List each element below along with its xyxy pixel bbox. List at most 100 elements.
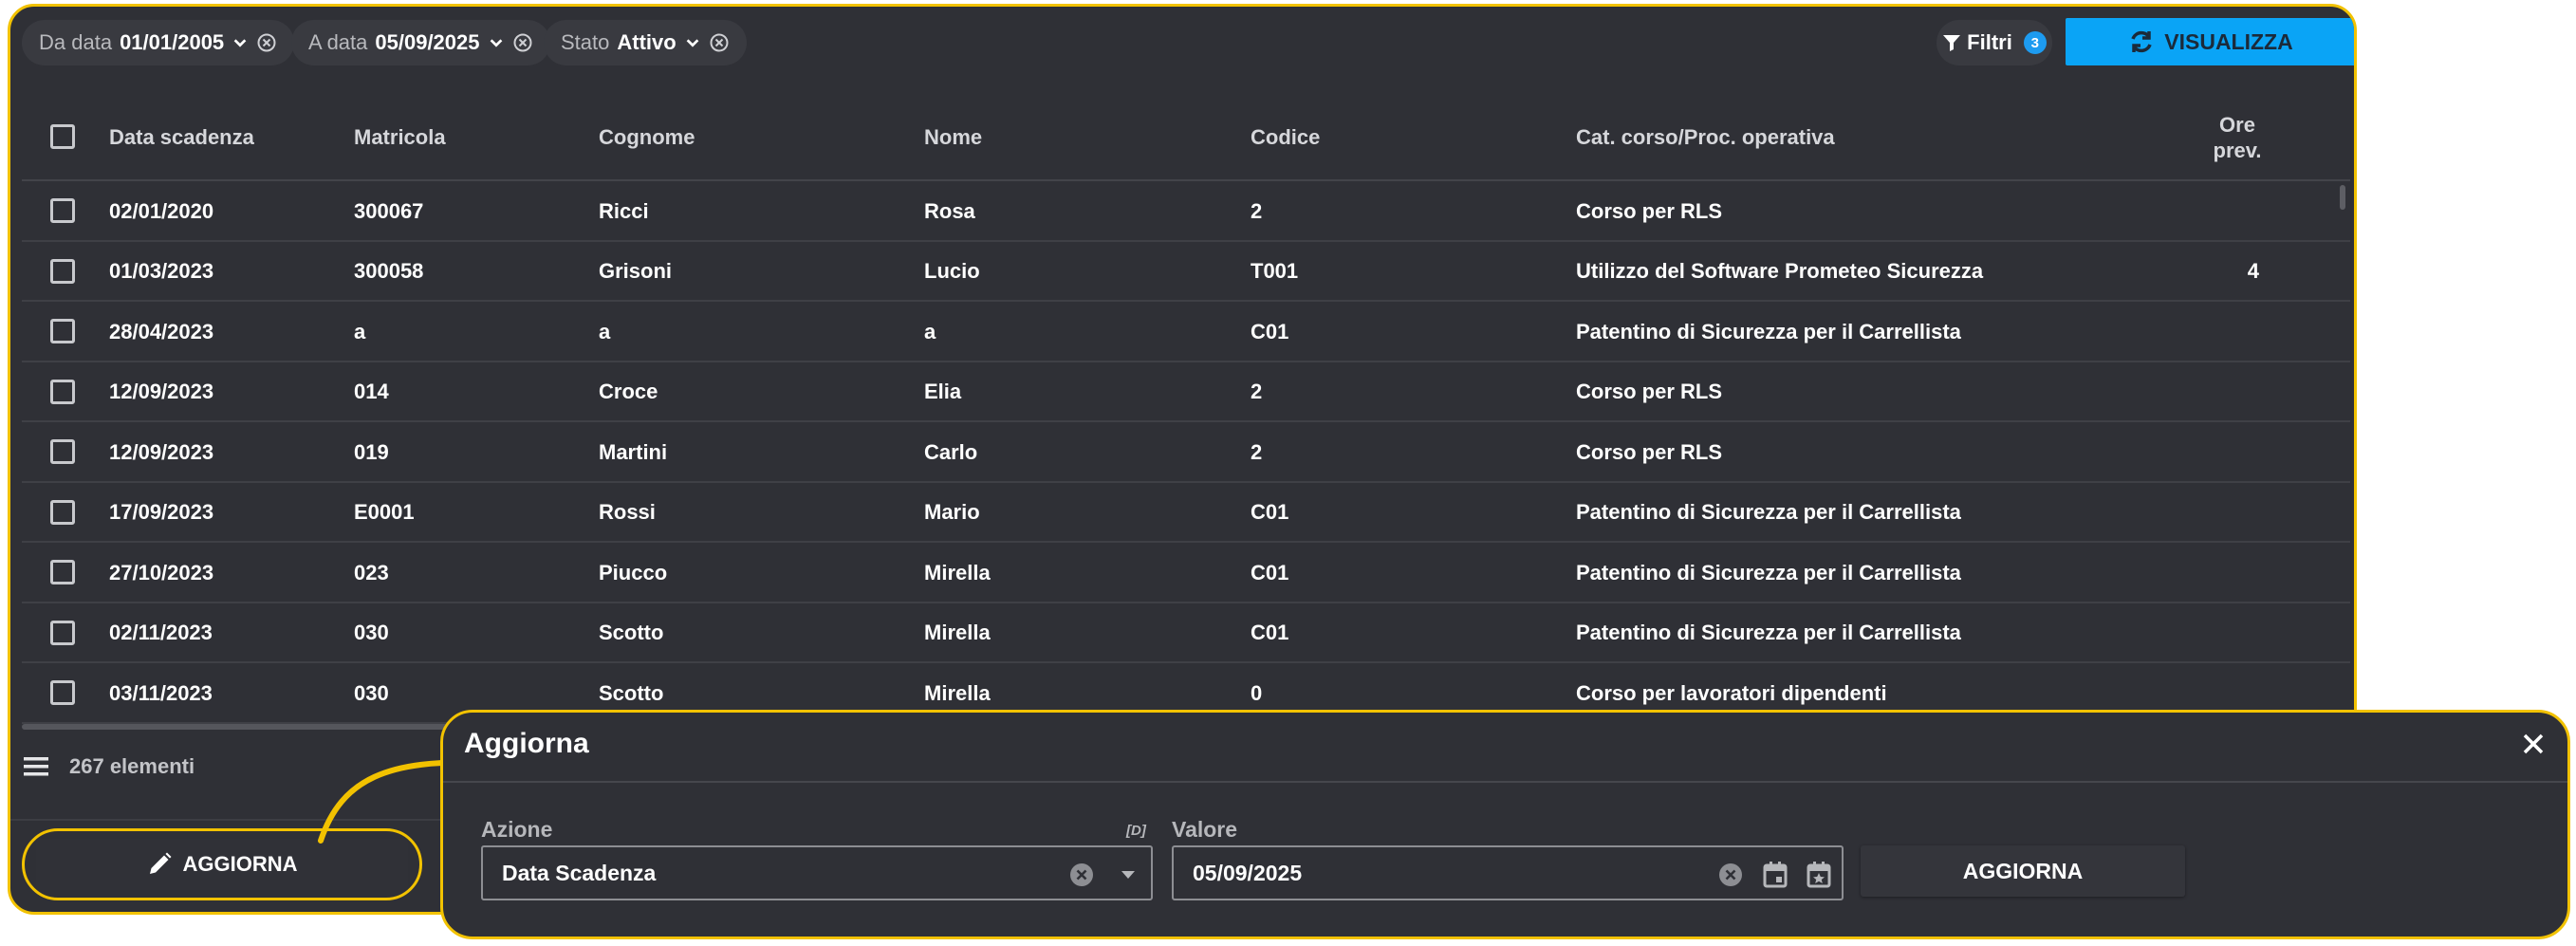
footer-count: 267 elementi: [24, 754, 195, 779]
cell-matricola: 030: [354, 680, 389, 705]
visualizza-button[interactable]: VISUALIZZA: [2066, 18, 2354, 65]
cell-codice: C01: [1251, 560, 1289, 584]
row-checkbox[interactable]: [50, 680, 75, 705]
cell-cognome: a: [599, 319, 611, 343]
cell-data-scadenza: 02/11/2023: [109, 621, 213, 645]
row-checkbox[interactable]: [50, 379, 75, 404]
filter-chip-value: Attivo: [617, 30, 676, 54]
chevron-down-icon[interactable]: [488, 34, 505, 51]
cell-codice: C01: [1251, 500, 1289, 525]
filters-label: Filtri: [1967, 30, 2012, 54]
calendar-today-icon[interactable]: [1806, 861, 1832, 889]
funnel-icon: [1943, 35, 1961, 51]
cell-cat-corso: Patentino di Sicurezza per il Carrellist…: [1576, 621, 1961, 645]
pencil-icon: [149, 852, 171, 874]
cell-cat-corso: Corso per RLS: [1576, 439, 1723, 464]
cell-cat-corso: Patentino di Sicurezza per il Carrellist…: [1576, 500, 1961, 525]
cell-nome: Mirella: [924, 560, 991, 584]
cell-data-scadenza: 12/09/2023: [109, 380, 214, 404]
row-checkbox[interactable]: [50, 319, 75, 343]
clear-circle-icon[interactable]: [1069, 863, 1094, 887]
cell-cognome: Croce: [599, 380, 658, 404]
cell-codice: 2: [1251, 198, 1263, 223]
column-header-codice[interactable]: Codice: [1251, 94, 1320, 181]
aggiorna-button[interactable]: AGGIORNA: [36, 839, 408, 890]
cell-matricola: 023: [354, 560, 389, 584]
dropdown-arrow-icon[interactable]: [1121, 869, 1136, 881]
cell-nome: Mario: [924, 500, 980, 525]
cell-codice: 2: [1251, 439, 1263, 464]
cell-codice: T001: [1251, 259, 1299, 284]
chevron-down-icon[interactable]: [232, 34, 249, 51]
cell-cat-corso: Corso per RLS: [1576, 198, 1723, 223]
cell-data-scadenza: 17/09/2023: [109, 500, 214, 525]
table-row[interactable]: 12/09/2023 019 Martini Carlo 2 Corso per RLS: [22, 422, 2350, 483]
cell-codice: C01: [1251, 319, 1289, 343]
visualizza-label: VISUALIZZA: [2164, 28, 2293, 54]
cell-nome: Mirella: [924, 621, 991, 645]
items-count: 267 elementi: [69, 754, 195, 778]
cell-codice: C01: [1251, 621, 1289, 645]
valore-value: 05/09/2025: [1193, 860, 1303, 885]
clear-circle-icon[interactable]: [1718, 863, 1743, 887]
row-checkbox[interactable]: [50, 439, 75, 464]
calendar-icon[interactable]: [1762, 861, 1788, 889]
table-row[interactable]: 02/01/2020 300067 Ricci Rosa 2 Corso per RLS: [22, 181, 2350, 242]
horizontal-scrollbar[interactable]: [22, 724, 468, 730]
cell-data-scadenza: 28/04/2023: [109, 319, 214, 343]
column-header-ore-prev[interactable]: Ore prev.: [2204, 94, 2270, 181]
column-header-nome[interactable]: Nome: [924, 94, 982, 181]
cell-nome: a: [924, 319, 936, 343]
cell-data-scadenza: 12/09/2023: [109, 439, 214, 464]
row-checkbox[interactable]: [50, 499, 75, 525]
cell-ore-prev: [2221, 181, 2259, 242]
table-row[interactable]: 17/09/2023 E0001 Rossi Mario C01 Patentino di…: [22, 483, 2350, 543]
dialog-aggiorna-button[interactable]: AGGIORNA: [1861, 845, 2185, 897]
cell-ore-prev: [2221, 603, 2259, 664]
cell-cognome: Rossi: [599, 500, 656, 525]
cell-matricola: 300067: [354, 198, 424, 223]
row-checkbox[interactable]: [50, 560, 75, 584]
cell-cognome: Ricci: [599, 198, 649, 223]
cell-cognome: Martini: [599, 439, 668, 464]
column-header-matricola[interactable]: Matricola: [354, 94, 446, 181]
aggiorna-label: AGGIORNA: [182, 852, 298, 876]
select-all-checkbox[interactable]: [50, 124, 75, 149]
row-checkbox[interactable]: [50, 198, 75, 223]
table-row[interactable]: 01/03/2023 300058 Grisoni Lucio T001 Utilizzo…: [22, 242, 2350, 302]
menu-icon[interactable]: [24, 756, 48, 777]
cell-ore-prev: [2221, 362, 2259, 423]
cell-matricola: 019: [354, 439, 389, 464]
clear-circle-icon[interactable]: [709, 32, 730, 53]
cell-data-scadenza: 02/01/2020: [109, 198, 214, 223]
vertical-scrollbar[interactable]: [2340, 185, 2345, 210]
chevron-down-icon[interactable]: [684, 34, 701, 51]
table-row[interactable]: 12/09/2023 014 Croce Elia 2 Corso per RLS: [22, 362, 2350, 423]
close-icon[interactable]: [2521, 732, 2546, 756]
filter-chip-stato[interactable]: Stato Attivo: [544, 20, 747, 65]
cell-nome: Rosa: [924, 198, 975, 223]
column-header-cognome[interactable]: Cognome: [599, 94, 695, 181]
azione-select[interactable]: Data Scadenza: [481, 845, 1153, 900]
cell-matricola: 300058: [354, 259, 424, 284]
table-header: Data scadenza Matricola Cognome Nome Cod…: [22, 94, 2350, 181]
cell-ore-prev: [2221, 543, 2259, 603]
row-checkbox[interactable]: [50, 620, 75, 645]
column-header-cat-corso[interactable]: Cat. corso/Proc. operativa: [1576, 94, 1835, 181]
table-row[interactable]: 27/10/2023 023 Piucco Mirella C01 Patentino d…: [22, 543, 2350, 603]
cell-matricola: E0001: [354, 500, 415, 525]
column-header-data-scadenza[interactable]: Data scadenza: [109, 94, 254, 181]
azione-label: Azione: [481, 817, 553, 842]
table-row[interactable]: 02/11/2023 030 Scotto Mirella C01 Patentino d…: [22, 603, 2350, 664]
cell-cat-corso: Patentino di Sicurezza per il Carrellist…: [1576, 560, 1961, 584]
cell-ore-prev: 4: [2247, 259, 2259, 284]
aggiorna-dialog: Aggiorna Azione [D] Data Scadenza Valore…: [440, 710, 2570, 939]
clear-circle-icon[interactable]: [512, 32, 533, 53]
filter-chip-a-data[interactable]: A data 05/09/2025: [291, 20, 550, 65]
filter-chip-da-data[interactable]: Da data 01/01/2005: [22, 20, 295, 65]
row-checkbox[interactable]: [50, 258, 75, 284]
cell-cognome: Piucco: [599, 560, 668, 584]
table-row[interactable]: 28/04/2023 a a a C01 Patentino di Sicurezza p…: [22, 302, 2350, 362]
filters-button[interactable]: Filtri 3: [1937, 20, 2052, 65]
clear-circle-icon[interactable]: [256, 32, 277, 53]
